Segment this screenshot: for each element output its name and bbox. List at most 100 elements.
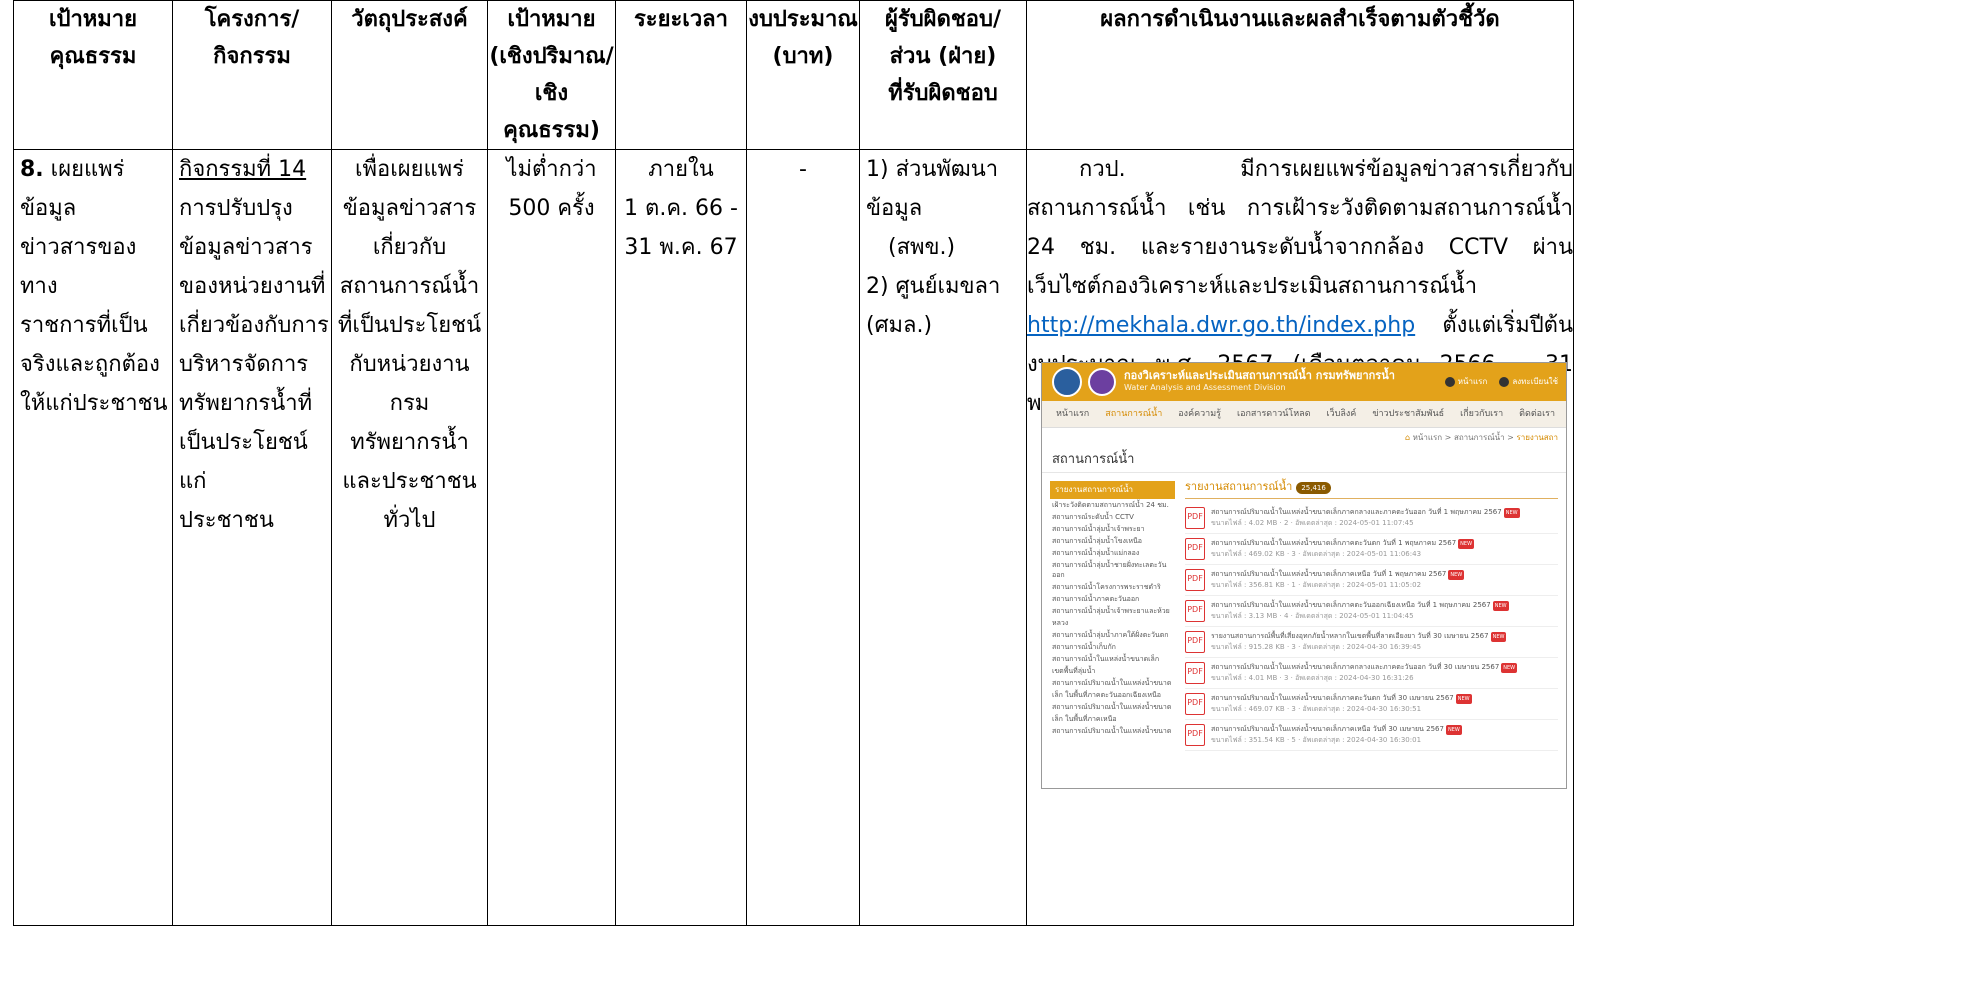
home-icon: ⌂ [1404, 433, 1411, 442]
objective-cell: เพื่อเผยแพร่ ข้อมูลข่าวสาร เกี่ยวกับ สถา… [331, 149, 488, 926]
report-title[interactable]: รายงานสถานการณ์พื้นที่เสี่ยงอุทกภัยน้ำหล… [1211, 632, 1489, 640]
new-badge: NEW [1458, 539, 1475, 549]
site-header: กองวิเคราะห์และประเมินสถานการณ์น้ำ กรมทร… [1042, 363, 1566, 401]
header-target: เป้าหมาย (เชิงปริมาณ/เชิงคุณธรรม) [487, 0, 616, 150]
header-objective: วัตถุประสงค์ [331, 0, 488, 150]
sidebar: รายงานสถานการณ์น้ำ เฝ้าระวังติดตามสถานกา… [1050, 481, 1175, 751]
sidebar-item[interactable]: สถานการณ์น้ำในแหล่งน้ำขนาดเล็ก [1050, 653, 1175, 665]
sidebar-item[interactable]: เขตพื้นที่ลุ่มน้ำ [1050, 665, 1175, 677]
report-meta: ขนาดไฟล์ : 469.02 KB · 3 · อัพเดตล่าสุด … [1211, 550, 1422, 558]
new-badge: NEW [1492, 601, 1509, 611]
sidebar-item[interactable]: เล็ก ในพื้นที่ภาคตะวันออกเฉียงเหนือ [1050, 689, 1175, 701]
report-item[interactable]: PDF สถานการณ์ปริมาณน้ำในแหล่งน้ำขนาดเล็กภ… [1185, 658, 1558, 689]
mekhala-link[interactable]: http://mekhala.dwr.go.th/index.php [1027, 313, 1415, 338]
report-item[interactable]: PDF รายงานสถานการณ์พื้นที่เสี่ยงอุทกภัยน้… [1185, 627, 1558, 658]
report-title[interactable]: สถานการณ์ปริมาณน้ำในแหล่งน้ำขนาดเล็กภาคต… [1211, 694, 1454, 702]
pdf-icon: PDF [1185, 631, 1205, 653]
report-title[interactable]: สถานการณ์ปริมาณน้ำในแหล่งน้ำขนาดเล็กภาคเ… [1211, 725, 1444, 733]
sidebar-item[interactable]: เฝ้าระวังติดตามสถานการณ์น้ำ 24 ชม. [1050, 499, 1175, 511]
pdf-icon: PDF [1185, 569, 1205, 591]
report-meta: ขนาดไฟล์ : 356.81 KB · 1 · อัพเดตล่าสุด … [1211, 581, 1422, 589]
new-badge: NEW [1503, 508, 1520, 518]
user-icon [1499, 376, 1510, 387]
activity-title: กิจกรรมที่ 14 [179, 157, 307, 182]
pdf-icon: PDF [1185, 693, 1205, 715]
report-meta: ขนาดไฟล์ : 3.13 MB · 4 · อัพเดตล่าสุด : … [1211, 612, 1414, 620]
header-result: ผลการดำเนินงานและผลสำเร็จตามตัวชี้วัด [1026, 0, 1574, 150]
sidebar-item[interactable]: สถานการณ์ปริมาณน้ำในแหล่งน้ำขนาด [1050, 677, 1175, 689]
sidebar-item[interactable]: เล็ก ในพื้นที่ภาคเหนือ [1050, 713, 1175, 725]
sidebar-item[interactable]: สถานการณ์น้ำลุ่มน้ำเจ้าพระยา [1050, 523, 1175, 535]
website-screenshot: กองวิเคราะห์และประเมินสถานการณ์น้ำ กรมทร… [1041, 362, 1567, 789]
nav-item[interactable]: องค์ความรู้ [1178, 408, 1221, 420]
report-list-header: รายงานสถานการณ์น้ำ 25,416 [1185, 481, 1558, 499]
report-item[interactable]: PDF สถานการณ์ปริมาณน้ำในแหล่งน้ำขนาดเล็กภ… [1185, 720, 1558, 751]
report-title[interactable]: สถานการณ์ปริมาณน้ำในแหล่งน้ำขนาดเล็กภาคก… [1211, 508, 1502, 516]
sidebar-item[interactable]: สถานการณ์น้ำภาคตะวันออก [1050, 593, 1175, 605]
sidebar-item[interactable]: สถานการณ์น้ำเก็บกัก [1050, 641, 1175, 653]
activity-cell: กิจกรรมที่ 14 การปรับปรุง ข้อมูลข่าวสาร … [172, 149, 332, 926]
period-cell: ภายใน 1 ต.ค. 66 - 31 พ.ค. 67 [615, 149, 747, 926]
sidebar-item[interactable]: สถานการณ์ระดับน้ำ CCTV [1050, 511, 1175, 523]
responsible-cell: 1) ส่วนพัฒนาข้อมูล (สพข.) 2) ศูนย์เมขลา … [859, 149, 1027, 926]
report-meta: ขนาดไฟล์ : 469.07 KB · 3 · อัพเดตล่าสุด … [1211, 705, 1422, 713]
sidebar-item[interactable]: สถานการณ์น้ำโครงการพระราชดำริ [1050, 581, 1175, 593]
header-period: ระยะเวลา [615, 0, 747, 150]
report-title[interactable]: สถานการณ์ปริมาณน้ำในแหล่งน้ำขนาดเล็กภาคก… [1211, 663, 1499, 671]
nav-item[interactable]: หน้าแรก [1056, 408, 1089, 420]
header-activity: โครงการ/กิจกรรม [172, 0, 332, 150]
pdf-icon: PDF [1185, 600, 1205, 622]
report-meta: ขนาดไฟล์ : 351.54 KB · 5 · อัพเดตล่าสุด … [1211, 736, 1422, 744]
new-badge: NEW [1501, 663, 1518, 673]
nav-item[interactable]: ข่าวประชาสัมพันธ์ [1372, 408, 1444, 420]
new-badge: NEW [1448, 570, 1465, 580]
sidebar-item[interactable]: สถานการณ์น้ำลุ่มน้ำภาคใต้ฝั่งตะวันตก [1050, 629, 1175, 641]
nav-item[interactable]: เว็บลิงค์ [1327, 408, 1357, 420]
site-title: กองวิเคราะห์และประเมินสถานการณ์น้ำ กรมทร… [1124, 369, 1395, 382]
report-item[interactable]: PDF สถานการณ์ปริมาณน้ำในแหล่งน้ำขนาดเล็กภ… [1185, 689, 1558, 720]
view-count-badge: 25,416 [1296, 482, 1331, 494]
sidebar-item[interactable]: สถานการณ์ปริมาณน้ำในแหล่งน้ำขนาด [1050, 725, 1175, 737]
report-item[interactable]: PDF สถานการณ์ปริมาณน้ำในแหล่งน้ำขนาดเล็กภ… [1185, 565, 1558, 596]
report-meta: ขนาดไฟล์ : 4.02 MB · 2 · อัพเดตล่าสุด : … [1211, 519, 1414, 527]
nav-item-active[interactable]: สถานการณ์น้ำ [1105, 408, 1162, 420]
nav-item[interactable]: เอกสารดาวน์โหลด [1237, 408, 1311, 420]
pdf-icon: PDF [1185, 662, 1205, 684]
sidebar-item[interactable]: หลวง [1050, 617, 1175, 629]
division-logo-icon [1088, 368, 1116, 396]
budget-cell: - [746, 149, 860, 926]
nav-item[interactable]: เกี่ยวกับเรา [1460, 408, 1503, 420]
sidebar-header: รายงานสถานการณ์น้ำ [1050, 481, 1175, 499]
nav-item[interactable]: ติดต่อเรา [1519, 408, 1555, 420]
sidebar-item[interactable]: สถานการณ์น้ำลุ่มน้ำเจ้าพระยาและห้วย [1050, 605, 1175, 617]
pdf-icon: PDF [1185, 538, 1205, 560]
target-cell: ไม่ต่ำกว่า 500 ครั้ง [487, 149, 616, 926]
report-item[interactable]: PDF สถานการณ์ปริมาณน้ำในแหล่งน้ำขนาดเล็กภ… [1185, 596, 1558, 627]
header-goal: เป้าหมาย คุณธรรม [13, 0, 173, 150]
report-title[interactable]: สถานการณ์ปริมาณน้ำในแหล่งน้ำขนาดเล็กภาคเ… [1211, 570, 1446, 578]
site-nav: หน้าแรก สถานการณ์น้ำ องค์ความรู้ เอกสารด… [1042, 401, 1566, 428]
report-meta: ขนาดไฟล์ : 915.28 KB · 3 · อัพเดตล่าสุด … [1211, 643, 1422, 651]
sidebar-item[interactable]: สถานการณ์น้ำลุ่มน้ำแม่กลอง [1050, 547, 1175, 559]
pdf-icon: PDF [1185, 507, 1205, 529]
breadcrumb: ⌂ หน้าแรก > สถานการณ์น้ำ > รายงานสถา [1404, 433, 1558, 442]
sidebar-item[interactable]: สถานการณ์น้ำลุ่มน้ำชายฝั่งทะเลตะวันออก [1050, 559, 1175, 581]
report-item[interactable]: PDF สถานการณ์ปริมาณน้ำในแหล่งน้ำขนาดเล็กภ… [1185, 503, 1558, 534]
sidebar-item[interactable]: สถานการณ์ปริมาณน้ำในแหล่งน้ำขนาด [1050, 701, 1175, 713]
dwr-logo-icon [1052, 367, 1082, 397]
report-list: รายงานสถานการณ์น้ำ 25,416 PDF สถานการณ์ปริ… [1185, 481, 1558, 751]
pdf-icon: PDF [1185, 724, 1205, 746]
header-register-link[interactable]: ลงทะเบียนใช้ [1499, 376, 1558, 388]
report-title[interactable]: สถานการณ์ปริมาณน้ำในแหล่งน้ำขนาดเล็กภาคต… [1211, 539, 1456, 547]
page-title: สถานการณ์น้ำ [1042, 448, 1566, 473]
header-home-link[interactable]: หน้าแรก [1444, 376, 1487, 388]
report-item[interactable]: PDF สถานการณ์ปริมาณน้ำในแหล่งน้ำขนาดเล็กภ… [1185, 534, 1558, 565]
header-row: เป้าหมาย คุณธรรม โครงการ/กิจกรรม วัตถุประ… [13, 0, 1574, 150]
header-responsible: ผู้รับผิดชอบ/ส่วน (ฝ่าย) ที่รับผิดชอบ [859, 0, 1027, 150]
home-icon [1444, 376, 1455, 387]
sidebar-item[interactable]: สถานการณ์น้ำลุ่มน้ำโขงเหนือ [1050, 535, 1175, 547]
report-title[interactable]: สถานการณ์ปริมาณน้ำในแหล่งน้ำขนาดเล็กภาคต… [1211, 601, 1491, 609]
new-badge: NEW [1455, 694, 1472, 704]
goal-cell: 8. เผยแพร่ข้อมูล ข่าวสารของทาง ราชการที่… [13, 149, 173, 926]
new-badge: NEW [1490, 632, 1507, 642]
